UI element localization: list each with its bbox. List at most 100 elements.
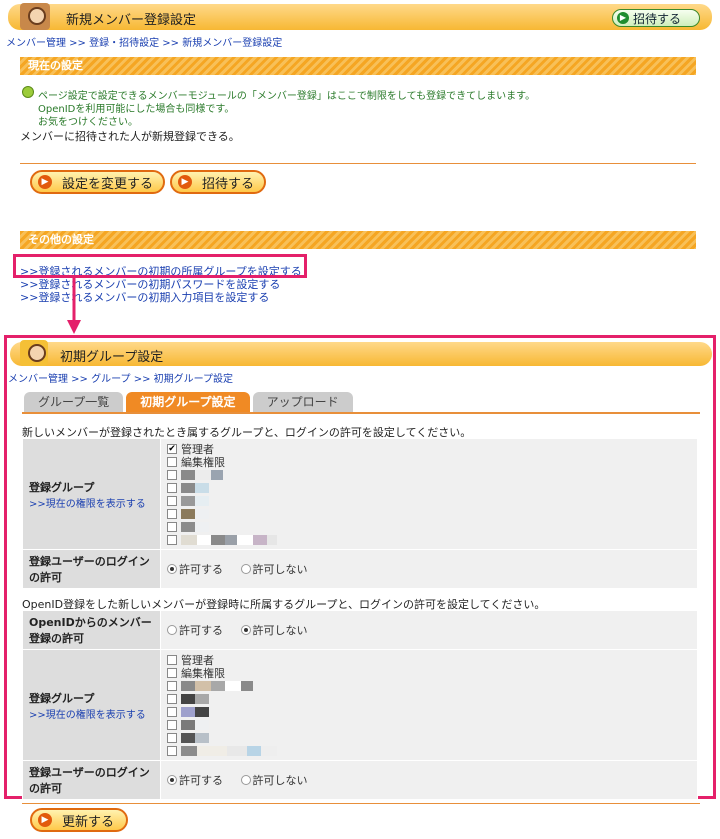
redacted-label <box>211 680 225 691</box>
change-settings-button[interactable]: ▶ 設定を変更する <box>30 170 166 194</box>
checkbox[interactable] <box>167 693 177 704</box>
login-radio-group-2: 許可する 許可しない <box>161 761 697 799</box>
member-icon <box>20 3 50 30</box>
label-group-2: 登録グループ >>現在の権限を表示する <box>23 650 160 760</box>
redacted-label <box>197 745 227 756</box>
show-permission-link[interactable]: >>現在の権限を表示する <box>29 495 154 510</box>
redacted-label <box>195 482 209 493</box>
group-breadcrumb[interactable]: メンバー管理 >> グループ >> 初期グループ設定 <box>8 370 233 385</box>
group-row-blurred[interactable] <box>167 507 691 520</box>
redacted-label <box>181 745 197 756</box>
checkbox[interactable] <box>167 654 177 665</box>
breadcrumb[interactable]: メンバー管理 >> 登録・招待設定 >> 新規メンバー登録設定 <box>6 34 282 49</box>
group-row-blurred[interactable] <box>167 731 691 744</box>
checkbox[interactable] <box>167 482 177 493</box>
checkbox[interactable] <box>167 667 177 678</box>
radio-allow[interactable]: 許可する <box>167 622 223 638</box>
checkbox[interactable] <box>167 521 177 532</box>
redacted-label <box>181 495 195 506</box>
tab-initial-group[interactable]: 初期グループ設定 <box>126 392 250 412</box>
group-editor-label: 編集権限 <box>181 455 225 469</box>
arrow-down-icon <box>67 278 81 334</box>
group-checkboxes: ✔ 管理者 編集権限 <box>161 439 697 549</box>
group-row-blurred[interactable] <box>167 705 691 718</box>
show-permission-link[interactable]: >>現在の権限を表示する <box>29 706 154 721</box>
checkbox[interactable] <box>167 495 177 506</box>
group-row-blurred[interactable] <box>167 494 691 507</box>
radio-deny[interactable]: 許可しない <box>240 622 308 638</box>
checkbox-checked[interactable]: ✔ <box>167 443 177 454</box>
checkbox[interactable] <box>167 508 177 519</box>
group-row-blurred[interactable] <box>167 520 691 533</box>
redacted-label <box>195 508 209 519</box>
checkbox[interactable] <box>167 456 177 467</box>
radio-allow[interactable]: 許可する <box>167 772 223 788</box>
radio-off[interactable] <box>240 775 251 785</box>
group-row-blurred[interactable] <box>167 481 691 494</box>
group-row-blurred[interactable] <box>167 744 691 757</box>
checkbox[interactable] <box>167 745 177 756</box>
radio-off[interactable] <box>240 564 251 574</box>
current-settings-heading: 現在の設定 <box>20 57 696 75</box>
group-panel-title-bar: 初期グループ設定 <box>10 340 712 366</box>
link-initial-fields[interactable]: >>登録されるメンバーの初期入力項目を設定する <box>20 289 269 305</box>
redacted-label <box>181 534 197 545</box>
radio-deny-label: 許可しない <box>252 774 308 787</box>
redacted-label <box>247 745 261 756</box>
redacted-label <box>261 745 277 756</box>
invite-button-top[interactable]: ▶ 招待する <box>612 9 700 27</box>
radio-allow-label: 許可する <box>179 774 223 787</box>
group-row-blurred[interactable] <box>167 718 691 731</box>
notice-line-3: お気をつけください。 <box>38 117 138 128</box>
group-panel-title: 初期グループ設定 <box>60 350 164 365</box>
current-status: メンバーに招待された人が新規登録できる。 <box>20 130 240 143</box>
change-settings-label: 設定を変更する <box>62 176 154 192</box>
redacted-label <box>195 680 211 691</box>
group-row-blurred[interactable] <box>167 679 691 692</box>
checkbox[interactable] <box>167 534 177 545</box>
checkbox[interactable] <box>167 680 177 691</box>
divider <box>20 163 696 164</box>
radio-deny-label: 許可しない <box>252 624 308 637</box>
checkbox[interactable] <box>167 719 177 730</box>
radio-deny-label: 許可しない <box>252 563 308 576</box>
checkbox[interactable] <box>167 469 177 480</box>
tab-group-list[interactable]: グループ一覧 <box>24 392 124 412</box>
play-icon: ▶ <box>38 175 52 189</box>
group-row-admin[interactable]: ✔ 管理者 <box>167 442 691 456</box>
radio-deny[interactable]: 許可しない <box>240 772 308 788</box>
group-row-blurred[interactable] <box>167 692 691 705</box>
radio-on[interactable] <box>167 564 177 574</box>
radio-deny[interactable]: 許可しない <box>240 561 308 577</box>
checkbox[interactable] <box>167 732 177 743</box>
redacted-label <box>181 693 195 704</box>
redacted-label <box>181 732 195 743</box>
group-row-editor[interactable]: 編集権限 <box>167 666 691 680</box>
radio-allow[interactable]: 許可する <box>167 561 223 577</box>
radio-off[interactable] <box>167 625 177 635</box>
label-openid: OpenIDからのメンバー登録の許可 <box>23 611 160 649</box>
redacted-label <box>181 680 195 691</box>
label-login-2: 登録ユーザーのログインの許可 <box>23 761 160 799</box>
label-group: 登録グループ >>現在の権限を表示する <box>23 439 160 549</box>
group-row-blurred[interactable] <box>167 533 691 546</box>
tab-upload[interactable]: アップロード <box>252 392 353 412</box>
redacted-label <box>241 680 253 691</box>
group-row-admin[interactable]: 管理者 <box>167 653 691 667</box>
radio-on[interactable] <box>167 775 177 785</box>
divider-bottom <box>22 803 700 804</box>
invite-button[interactable]: ▶ 招待する <box>170 170 267 194</box>
redacted-label <box>197 534 211 545</box>
redacted-label <box>267 534 277 545</box>
group-row-editor[interactable]: 編集権限 <box>167 455 691 469</box>
redacted-label <box>181 469 195 480</box>
update-button[interactable]: ▶ 更新する <box>30 808 128 832</box>
radio-allow-label: 許可する <box>179 624 223 637</box>
tab-underline <box>22 412 700 414</box>
redacted-label <box>253 534 267 545</box>
group-row-blurred[interactable] <box>167 468 691 481</box>
checkbox[interactable] <box>167 706 177 717</box>
radio-on[interactable] <box>240 625 251 635</box>
login-radio-group: 許可する 許可しない <box>161 550 697 588</box>
redacted-label <box>181 719 195 730</box>
